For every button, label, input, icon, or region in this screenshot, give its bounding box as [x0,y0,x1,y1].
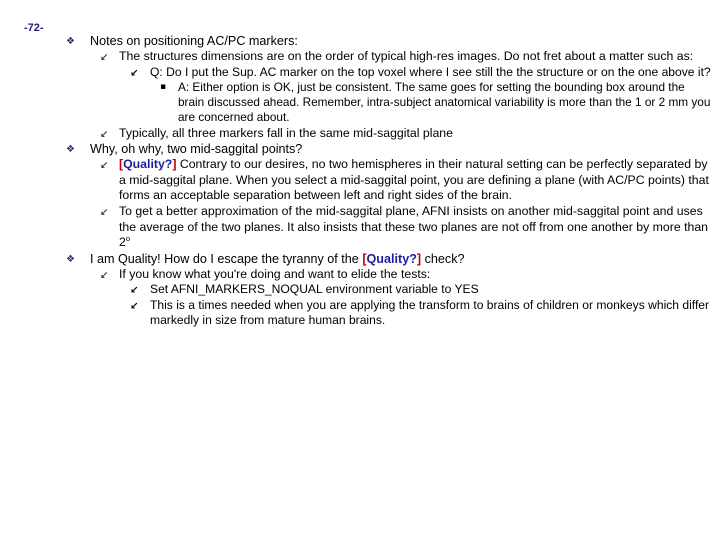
outline-item-text: If you know what you're doing and want t… [119,266,431,281]
outline-item-text: I am Quality! How do I escape the tyrann… [90,251,712,267]
outline-item-better-approximation: ↙ To get a better approximation of the m… [64,204,712,251]
outline-item-text: This is a times needed when you are appl… [150,297,710,328]
arrow-southwest-bullet-icon: ↙ [100,52,109,63]
arrow-southwest-bullet-icon: ↙ [100,269,109,281]
outline-item-body-post: check? [421,251,465,266]
diamond-bullet-icon: ❖ [66,36,75,47]
outline-item-text: Typically, all three markers fall in the… [119,125,453,140]
outline-item-text: [Quality?] Contrary to our desires, no t… [119,157,712,204]
degree-superscript: o [125,234,131,244]
outline-item-text: Why, oh why, two mid-saggital points? [90,142,303,157]
arrow-southwest-bullet-icon: ↙ [100,128,109,140]
quality-label: Quality? [366,251,417,266]
outline-item-body-pre: I am Quality! How do I escape the tyrann… [90,251,363,266]
diamond-bullet-icon: ❖ [66,144,75,156]
outline-item-text: Notes on positioning AC/PC markers: [90,34,298,48]
outline-item-if-you-know-what-youre-doing: ↙ If you know what you're doing and want… [64,267,712,283]
arrow-southwest-bullet-icon: ↙ [130,300,139,312]
outline-item-typically-three-markers: ↙ Typically, all three markers fall in t… [64,126,712,142]
outline-item-set-afni-markers-noqual: ↙ Set AFNI_MARKERS_NOQUAL environment va… [64,282,712,297]
arrow-southwest-bullet-icon: ↙ [130,67,139,79]
arrow-southwest-bullet-icon: ↙ [130,285,139,297]
outline-item-this-is-a-times-needed: ↙ This is a times needed when you are ap… [64,298,712,329]
outline-item-notes-on-positioning: ❖ Notes on positioning AC/PC markers: [64,33,712,49]
diamond-bullet-icon: ❖ [66,253,75,265]
arrow-southwest-bullet-icon: ↙ [100,206,109,218]
outline-item-body: To get a better approximation of the mid… [119,203,709,250]
slide-outline: ❖ Notes on positioning AC/PC markers: ↙ … [64,33,712,329]
outline-item-text: Q: Do I put the Sup. AC marker on the to… [150,64,711,79]
outline-item-text: The structures dimensions are on the ord… [119,49,694,63]
outline-item-answer-either-option: ▪ A: Either option is OK, just be consis… [64,80,712,126]
outline-item-text: Set AFNI_MARKERS_NOQUAL environment vari… [150,282,479,297]
outline-item-body: Contrary to our desires, no two hemisphe… [119,157,709,203]
quality-label: Quality? [123,157,173,172]
outline-item-text: A: Either option is OK, just be consiste… [178,80,711,125]
outline-item-text: To get a better approximation of the mid… [119,204,712,251]
outline-item-why-two-mid-saggital-points: ❖ Why, oh why, two mid-saggital points? [64,141,712,157]
outline-item-quality-contrary-to-desires: ↙ [Quality?] Contrary to our desires, no… [64,157,712,204]
outline-item-i-am-quality: ❖ I am Quality! How do I escape the tyra… [64,251,712,267]
outline-item-question-sup-ac-marker: ↙ Q: Do I put the Sup. AC marker on the … [64,65,712,80]
square-bullet-icon: ▪ [160,82,167,92]
page-number: -72- [24,22,44,34]
outline-item-structures-dimensions: ↙ The structures dimensions are on the o… [64,49,712,65]
arrow-southwest-bullet-icon: ↙ [100,160,109,172]
